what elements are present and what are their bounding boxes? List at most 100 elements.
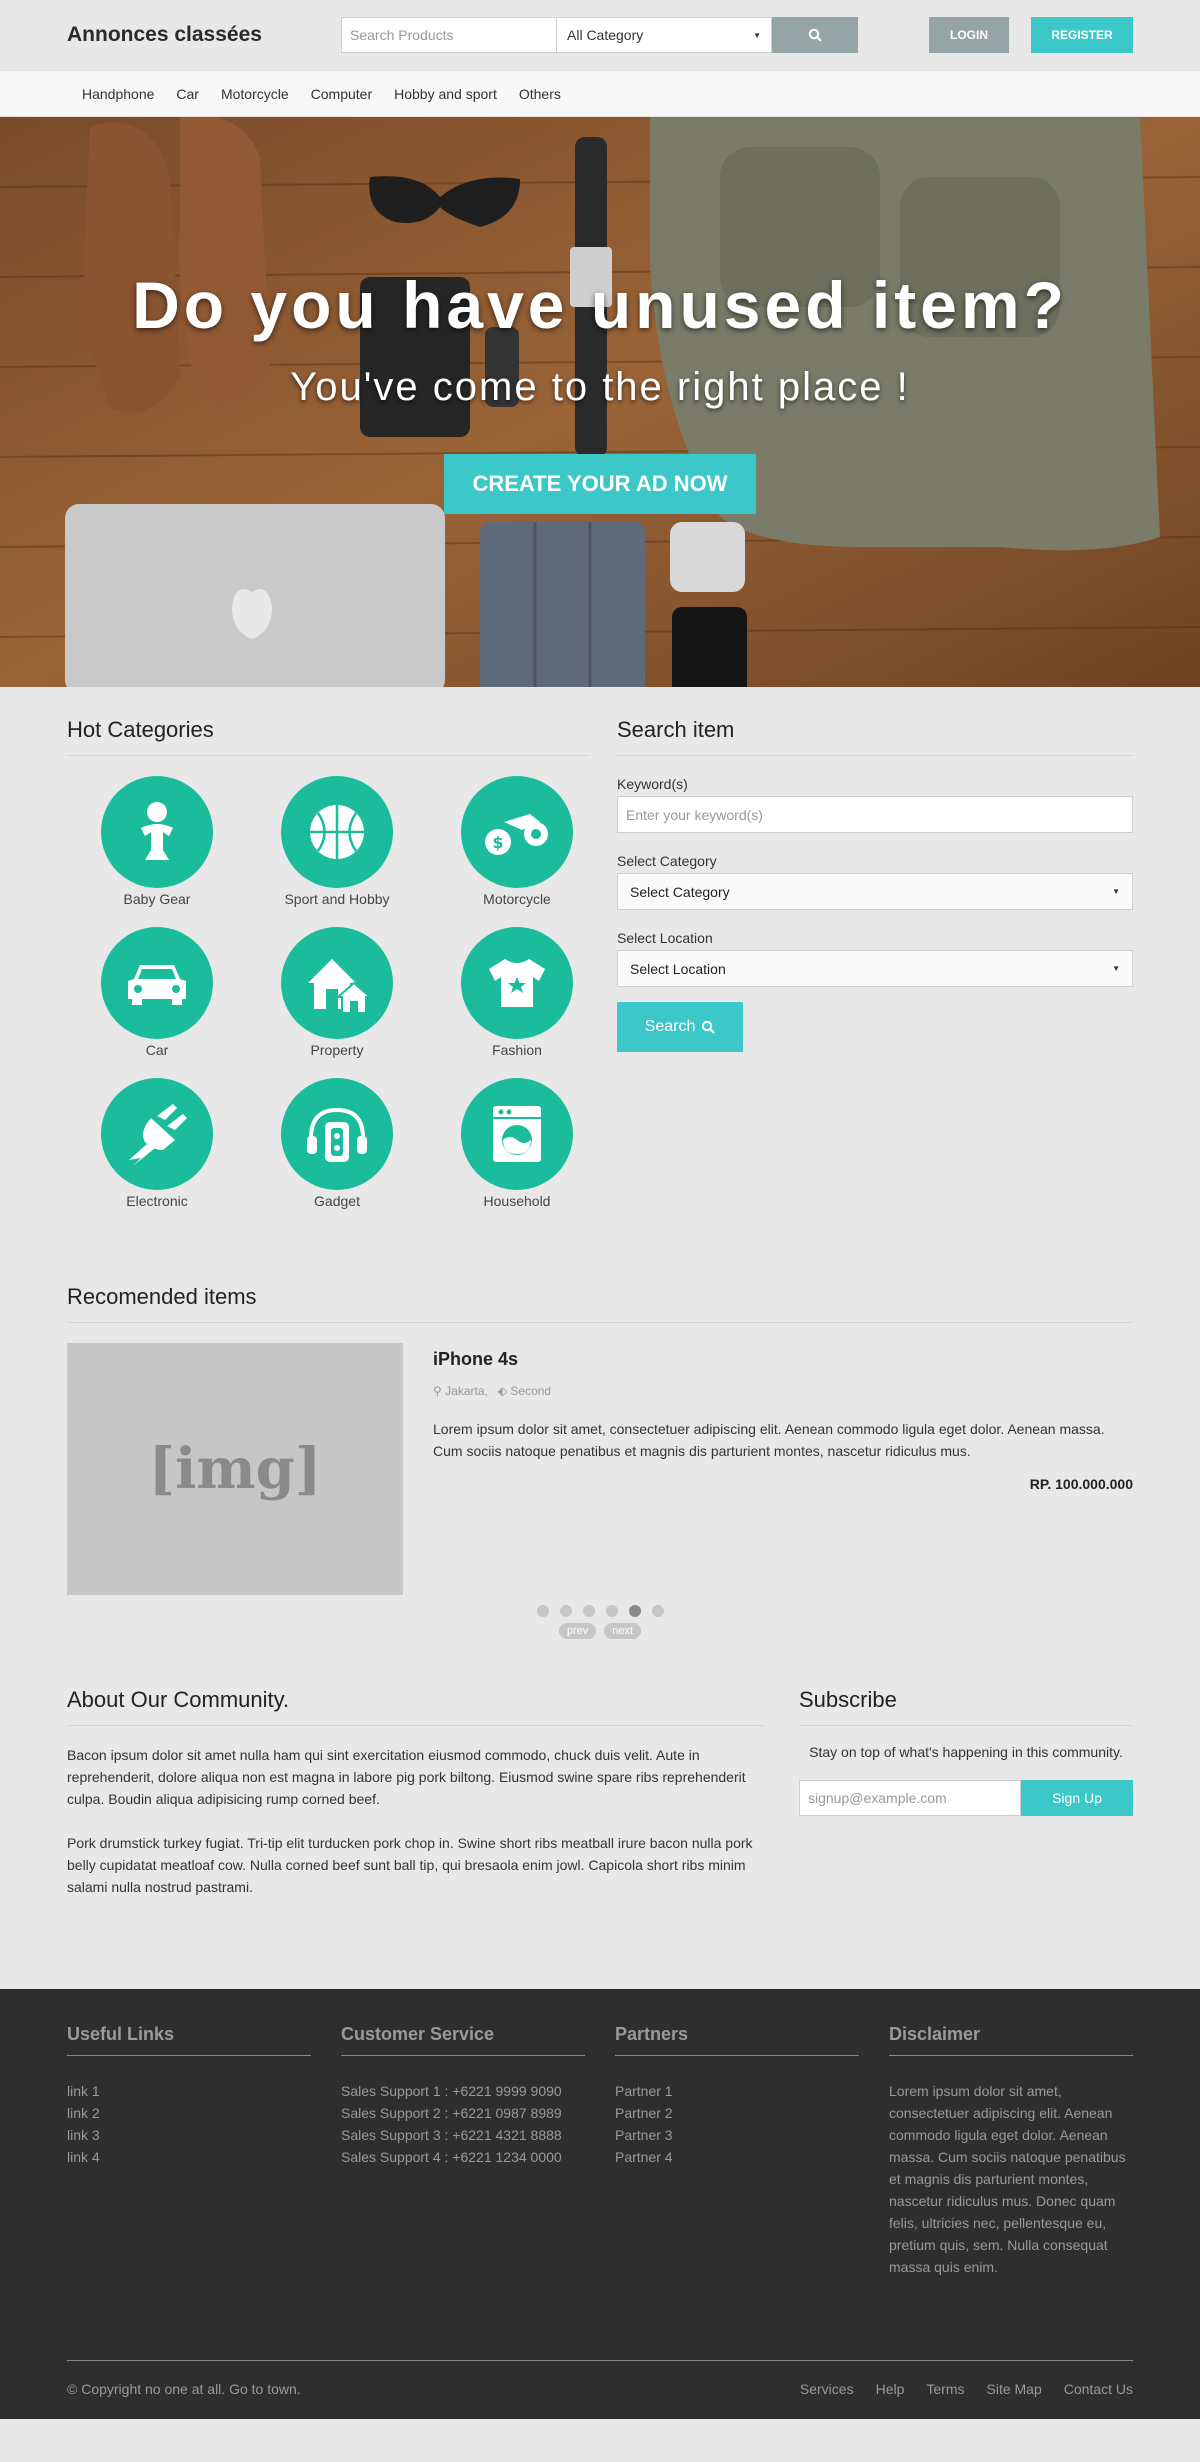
- baby-icon: [141, 802, 173, 860]
- footer-partners: Partners Partner 1 Partner 2 Partner 3 P…: [615, 2024, 859, 2278]
- sign-up-button[interactable]: Sign Up: [1021, 1780, 1133, 1816]
- carousel-dot[interactable]: [605, 1605, 618, 1617]
- category-label: Car: [145, 1042, 169, 1058]
- item-image-placeholder: [img]: [67, 1343, 403, 1595]
- category-label: Fashion: [492, 1042, 542, 1058]
- subscribe-email-input[interactable]: signup@example.com: [799, 1780, 1021, 1816]
- footer-link-contact-us[interactable]: Contact Us: [1064, 2381, 1133, 2397]
- category-motorcycle[interactable]: $ Motorcycle: [427, 776, 607, 907]
- partner-link[interactable]: Partner 3: [615, 2124, 859, 2146]
- carousel-dot[interactable]: [651, 1605, 664, 1617]
- partner-link[interactable]: Partner 1: [615, 2080, 859, 2102]
- nav-item-hobby-and-sport[interactable]: Hobby and sport: [394, 86, 497, 102]
- partners-title: Partners: [615, 2024, 859, 2056]
- footer-bottom-links: Services Help Terms Site Map Contact Us: [800, 2381, 1133, 2397]
- category-sport-and-hobby[interactable]: Sport and Hobby: [247, 776, 427, 907]
- carousel-next-button[interactable]: next: [604, 1623, 642, 1639]
- item-title[interactable]: iPhone 4s: [433, 1349, 1133, 1370]
- category-dropdown[interactable]: Select Category ▼: [617, 873, 1133, 910]
- chevron-down-icon: ▼: [753, 30, 761, 40]
- category-label: Select Category: [617, 853, 717, 869]
- nav-item-computer[interactable]: Computer: [311, 86, 372, 102]
- nav-item-handphone[interactable]: Handphone: [82, 86, 154, 102]
- category-circle: $: [461, 776, 573, 888]
- category-circle: [101, 927, 213, 1039]
- recommended-item[interactable]: [img] iPhone 4s ⚲ Jakarta, ⬖ Second Lore…: [67, 1343, 1133, 1595]
- site-brand[interactable]: Annonces classées: [67, 23, 341, 47]
- about-paragraph-1: Bacon ipsum dolor sit amet nulla ham qui…: [67, 1747, 746, 1807]
- footer-link[interactable]: link 1: [67, 2080, 311, 2102]
- subscribe-title: Subscribe: [799, 1687, 1133, 1726]
- category-baby-gear[interactable]: Baby Gear: [67, 776, 247, 907]
- disclaimer-text: Lorem ipsum dolor sit amet, consectetuer…: [889, 2083, 1126, 2275]
- nav-item-car[interactable]: Car: [176, 86, 199, 102]
- carousel-dot[interactable]: [536, 1605, 549, 1617]
- about-paragraph-2: Pork drumstick turkey fugiat. Tri-tip el…: [67, 1835, 753, 1895]
- footer-link-terms[interactable]: Terms: [926, 2381, 964, 2397]
- keyword-label: Keyword(s): [617, 776, 688, 792]
- location-dropdown[interactable]: Select Location ▼: [617, 950, 1133, 987]
- search-icon: [702, 1020, 716, 1034]
- category-label: Electronic: [126, 1193, 188, 1209]
- item-details: iPhone 4s ⚲ Jakarta, ⬖ Second Lorem ipsu…: [433, 1343, 1133, 1595]
- categories-search-section: Hot Categories Baby Gear Sport and Hobby: [0, 687, 1200, 1284]
- footer-disclaimer: Disclaimer Lorem ipsum dolor sit amet, c…: [889, 2024, 1133, 2278]
- category-household[interactable]: Household: [427, 1078, 607, 1209]
- footer-link-help[interactable]: Help: [876, 2381, 905, 2397]
- sales-support-line: Sales Support 1 : +6221 9999 9090: [341, 2083, 562, 2099]
- category-nav: Handphone Car Motorcycle Computer Hobby …: [0, 70, 1200, 117]
- category-fashion[interactable]: Fashion: [427, 927, 607, 1058]
- map-marker-icon: ⚲: [433, 1384, 442, 1398]
- category-gadget[interactable]: Gadget: [247, 1078, 427, 1209]
- category-circle: [281, 776, 393, 888]
- category-label: Motorcycle: [483, 891, 551, 907]
- header-search-button[interactable]: [772, 17, 858, 53]
- carousel-dot-active[interactable]: [628, 1605, 641, 1617]
- sales-support-line: Sales Support 2 : +6221 0987 8989: [341, 2105, 562, 2121]
- create-ad-button[interactable]: CREATE YOUR AD NOW: [444, 454, 756, 514]
- tshirt-icon: [489, 959, 545, 1007]
- carousel-prev-button[interactable]: prev: [558, 1623, 597, 1639]
- hot-categories-title: Hot Categories: [67, 717, 589, 756]
- carousel-dot[interactable]: [559, 1605, 572, 1617]
- tag-icon: ⬖: [497, 1384, 508, 1398]
- footer-link[interactable]: link 4: [67, 2146, 311, 2168]
- category-select[interactable]: All Category ▼: [557, 17, 772, 53]
- category-car[interactable]: Car: [67, 927, 247, 1058]
- footer-link[interactable]: link 3: [67, 2124, 311, 2146]
- footer-link[interactable]: link 2: [67, 2102, 311, 2124]
- header-search-group: Search Products All Category ▼: [341, 17, 858, 53]
- washing-machine-icon: [493, 1106, 541, 1162]
- carousel-pager: prev next: [67, 1623, 1133, 1639]
- carousel-dots: [67, 1605, 1133, 1617]
- about-community: About Our Community. Bacon ipsum dolor s…: [67, 1687, 764, 1898]
- nav-item-others[interactable]: Others: [519, 86, 561, 102]
- footer-link-site-map[interactable]: Site Map: [987, 2381, 1042, 2397]
- search-submit-button[interactable]: Search: [617, 1002, 743, 1052]
- category-property[interactable]: Property: [247, 927, 427, 1058]
- sales-support-line: Sales Support 3 : +6221 4321 8888: [341, 2127, 562, 2143]
- nav-item-motorcycle[interactable]: Motorcycle: [221, 86, 289, 102]
- partner-link[interactable]: Partner 4: [615, 2146, 859, 2168]
- category-circle: [281, 1078, 393, 1190]
- category-label: Gadget: [314, 1193, 360, 1209]
- search-item-panel: Search item Keyword(s) Enter your keywor…: [617, 717, 1133, 1209]
- svg-text:$: $: [492, 833, 503, 852]
- footer-link-services[interactable]: Services: [800, 2381, 854, 2397]
- product-search-input[interactable]: Search Products: [341, 17, 557, 53]
- register-button[interactable]: REGISTER: [1031, 17, 1133, 53]
- disclaimer-title: Disclaimer: [889, 2024, 1133, 2056]
- location-dropdown-value: Select Location: [630, 960, 726, 977]
- carousel-dot[interactable]: [582, 1605, 595, 1617]
- hero-title: Do you have unused item?: [132, 268, 1068, 342]
- search-button-label: Search: [644, 1018, 696, 1035]
- chevron-down-icon: ▼: [1112, 887, 1120, 896]
- customer-service-title: Customer Service: [341, 2024, 585, 2056]
- house-icon: [308, 959, 370, 1013]
- keyword-input[interactable]: Enter your keyword(s): [617, 796, 1133, 833]
- plug-icon: [129, 1104, 187, 1166]
- login-button[interactable]: LOGIN: [929, 17, 1009, 53]
- category-electronic[interactable]: Electronic: [67, 1078, 247, 1209]
- partner-link[interactable]: Partner 2: [615, 2102, 859, 2124]
- motorcycle-icon: $: [485, 814, 548, 855]
